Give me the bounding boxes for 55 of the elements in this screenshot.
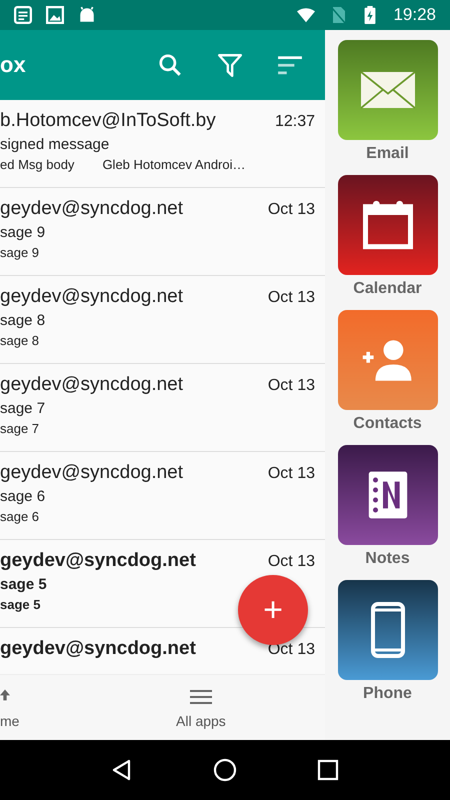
message-time: Oct 13 (268, 289, 315, 307)
phone-icon (370, 602, 404, 658)
sender: geydev@syncdog.net (0, 638, 196, 660)
nav-label[interactable]: All apps (176, 712, 226, 728)
app-tile[interactable] (338, 40, 438, 140)
message-time: Oct 13 (268, 465, 315, 483)
message-row[interactable]: geydev@syncdog.net Oct 13 sage 9 sage 9 (0, 188, 325, 276)
subject: signed message (0, 136, 110, 153)
preview-text: Gleb Hotomcev Androi… (102, 157, 246, 172)
subject: sage 6 (0, 488, 46, 505)
list-icon (14, 6, 32, 24)
sender: geydev@syncdog.net (0, 550, 196, 572)
recents-icon[interactable] (316, 758, 340, 782)
sender: geydev@syncdog.net (0, 462, 184, 484)
search-icon[interactable] (157, 52, 183, 78)
sender: geydev@syncdog.net (0, 286, 184, 308)
subject: sage 9 (0, 224, 46, 241)
message-row[interactable]: geydev@syncdog.net Oct 13 sage 7 sage 7 (0, 364, 325, 452)
preview-text: ed Msg body (0, 157, 74, 172)
app-label[interactable]: Email (366, 145, 409, 163)
wifi-icon (297, 6, 316, 24)
subject: sage 7 (0, 400, 46, 417)
app-label[interactable]: Contacts (353, 415, 422, 433)
app-tile[interactable] (338, 580, 438, 680)
preview-text: sage 7 (0, 421, 40, 436)
preview-text: sage 9 (0, 245, 40, 260)
preview-text: sage 6 (0, 509, 40, 524)
preview-text: sage 5 (0, 597, 40, 612)
nav-label[interactable]: me (0, 712, 20, 728)
message-time: 12:37 (274, 113, 315, 131)
filter-icon[interactable] (217, 52, 243, 78)
sender: geydev@syncdog.net (0, 198, 184, 220)
home-icon[interactable] (212, 758, 237, 782)
calendar-icon (360, 200, 414, 250)
subject: sage 8 (0, 312, 46, 329)
app-label[interactable]: Phone (363, 685, 412, 703)
sender: b.Hotomcev@InToSoft.by (0, 110, 216, 132)
image-icon (46, 6, 64, 24)
message-row[interactable]: b.Hotomcev@InToSoft.by 12:37 signed message ed Msg body Gleb Hotomcev Androi… (0, 100, 325, 188)
app-tile[interactable] (338, 445, 438, 545)
app-label[interactable]: Notes (365, 550, 410, 568)
message-row[interactable]: geydev@syncdog.net Oct 13 sage 8 sage 8 (0, 276, 325, 364)
sender: geydev@syncdog.net (0, 374, 184, 396)
app-label[interactable]: Calendar (353, 280, 422, 298)
app-tile[interactable] (338, 310, 438, 410)
toolbar-title: ox (0, 52, 26, 78)
clock: 19:28 (393, 5, 436, 25)
message-time: Oct 13 (268, 377, 315, 395)
message-row[interactable]: geydev@syncdog.net Oct 13 sage 6 sage 6 (0, 452, 325, 540)
message-time: Oct 13 (268, 201, 315, 219)
subject: sage 5 (0, 576, 48, 593)
app-tile[interactable] (338, 175, 438, 275)
android-icon (78, 6, 96, 24)
message-time: Oct 13 (268, 553, 315, 571)
preview-text: sage 8 (0, 333, 40, 348)
